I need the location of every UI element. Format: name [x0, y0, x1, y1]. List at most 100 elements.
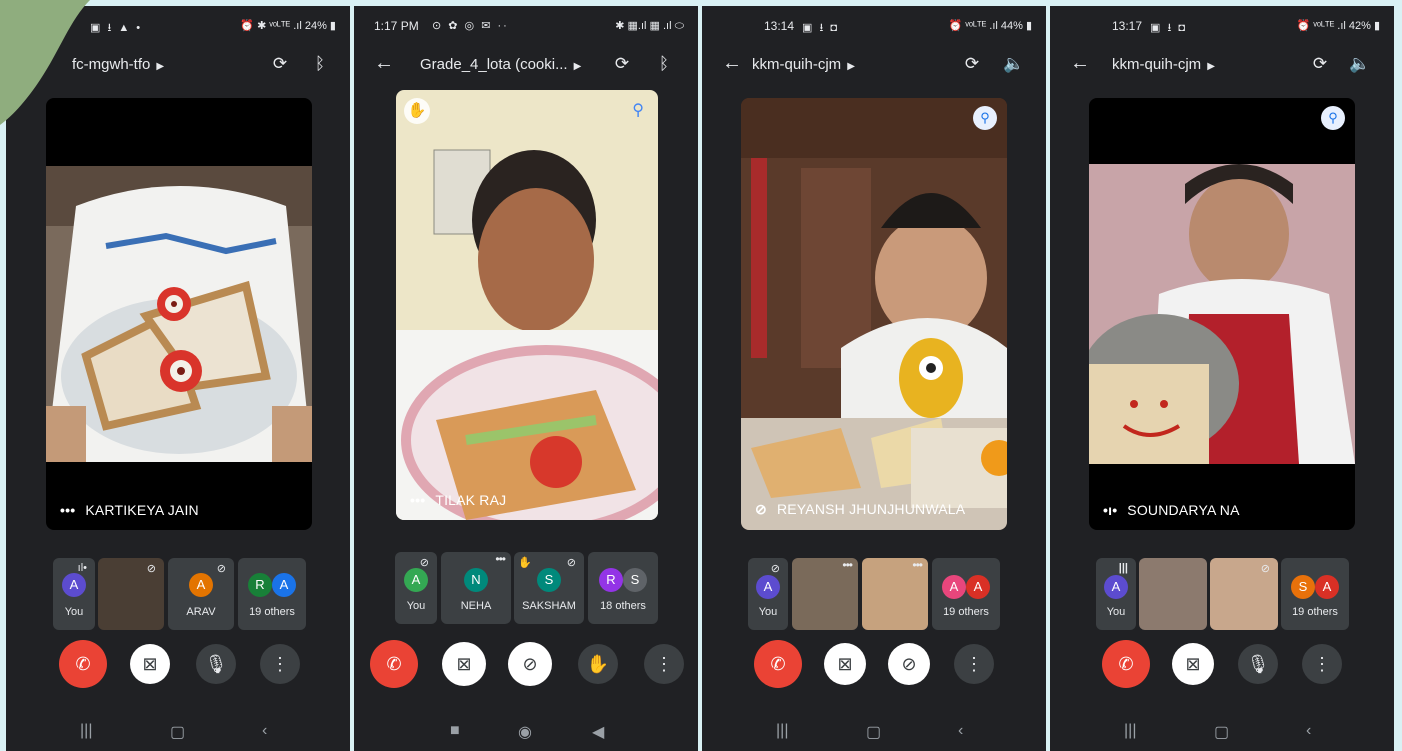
avatar: N — [464, 568, 488, 592]
participant-tile-you[interactable]: A ıl• You — [53, 558, 95, 630]
avatar: A — [1104, 575, 1128, 599]
end-call-button[interactable]: ✆ — [59, 640, 107, 688]
tile-label: SAKSHAM — [522, 600, 576, 612]
participant-tile-video[interactable]: ⊘ — [98, 558, 164, 630]
raised-hand-icon: ✋ — [518, 557, 532, 569]
status-icons: ▣ ⭳ ◘ — [1150, 22, 1187, 34]
home-icon[interactable]: ◉ — [518, 722, 532, 742]
participant-tile-neha[interactable]: N ••• NEHA — [441, 552, 511, 624]
back-arrow-icon[interactable]: ← — [374, 52, 394, 75]
mic-off-icon: ⊘ — [770, 563, 780, 575]
camera-off-button[interactable]: ⊠ — [130, 644, 170, 684]
end-call-button[interactable]: ✆ — [1102, 640, 1150, 688]
speaker-icon[interactable]: 🔈 — [1348, 52, 1372, 76]
participant-tile-you[interactable]: A ||| You — [1096, 558, 1136, 630]
call-controls: ✆ ⊠ 🎙 ⋮ — [1050, 640, 1394, 690]
clock: 1:17 PM — [374, 19, 419, 33]
meeting-header: ← kkm-quih-cjm ▶ ⟳ 🔈 — [1050, 46, 1394, 86]
participant-strip: A ⊘ You ••• ••• A A 19 others — [702, 558, 1046, 630]
back-nav-icon[interactable]: ◀ — [592, 722, 604, 742]
meeting-title[interactable]: kkm-quih-cjm ▶ — [752, 56, 855, 73]
switch-camera-icon[interactable]: ⟳ — [1308, 52, 1332, 76]
meeting-title[interactable]: kkm-quih-cjm ▶ — [1112, 56, 1215, 73]
speaker-icon[interactable]: 🔈 — [1002, 52, 1026, 76]
avatar: A — [966, 575, 990, 599]
main-video: ✋ ⚲ ••• TILAK RAJ — [396, 90, 658, 520]
status-icons: ▣ ⭳ ◘ — [802, 22, 839, 34]
participant-tile-others[interactable]: R S 18 others — [588, 552, 658, 624]
participant-strip: A ⊘ You N ••• NEHA S ✋ ⊘ SAKSHAM R S 18 … — [354, 552, 698, 624]
tile-label: You — [406, 600, 426, 612]
back-nav-icon[interactable]: ‹ — [262, 722, 267, 740]
home-icon[interactable]: ▢ — [1214, 722, 1229, 742]
more-options-button[interactable]: ⋮ — [954, 644, 994, 684]
bluetooth-icon[interactable]: ᛒ — [308, 52, 332, 76]
raise-hand-button[interactable]: ✋ — [578, 644, 618, 684]
more-options-button[interactable]: ⋮ — [1302, 644, 1342, 684]
avatar: A — [1315, 575, 1339, 599]
back-nav-icon[interactable]: ‹ — [1306, 722, 1311, 740]
participant-strip: A ıl• You ⊘ A ⊘ ARAV R A 19 others — [6, 558, 350, 630]
call-controls: ✆ ⊠ 🎙 ⋮ — [6, 640, 350, 690]
tile-label: You — [64, 606, 84, 618]
participant-tile-you[interactable]: A ⊘ You — [395, 552, 437, 624]
end-call-button[interactable]: ✆ — [754, 640, 802, 688]
main-video: ⚲ •ı• SOUNDARYA NA — [1089, 98, 1355, 530]
decorative-leaf — [0, 0, 90, 125]
mic-off-icon: ⊘ — [566, 557, 576, 569]
camera-off-button[interactable]: ⊠ — [442, 642, 486, 686]
end-call-button[interactable]: ✆ — [370, 640, 418, 688]
status-right: ⏰ ᵛᵒᴸᵀᴱ .ıl 44% ▮ — [948, 20, 1032, 32]
pin-icon[interactable]: ⚲ — [632, 100, 644, 120]
home-icon[interactable]: ▢ — [170, 722, 185, 742]
tile-label: You — [758, 606, 778, 618]
pin-icon[interactable]: ⚲ — [973, 106, 997, 130]
avatar: S — [1291, 575, 1315, 599]
phone-screen-4: 13:17 ▣ ⭳ ◘ ⏰ ᵛᵒᴸᵀᴱ .ıl 42% ▮ ← kkm-quih… — [1050, 6, 1394, 751]
participant-tile-saksham[interactable]: S ✋ ⊘ SAKSHAM — [514, 552, 584, 624]
bluetooth-icon[interactable]: ᛒ — [652, 52, 676, 76]
more-dots-icon: ••• — [495, 552, 506, 566]
participant-tile-video[interactable]: ••• — [862, 558, 928, 630]
android-nav-bar: ||| ▢ ‹ — [1050, 716, 1394, 746]
meeting-header: ← kkm-quih-cjm ▶ ⟳ 🔈 — [702, 46, 1046, 86]
participant-tile-video[interactable]: ⊘ — [1210, 558, 1278, 630]
participant-tile-you[interactable]: A ⊘ You — [748, 558, 788, 630]
participant-tile-video[interactable]: ••• — [792, 558, 858, 630]
switch-camera-icon[interactable]: ⟳ — [268, 52, 292, 76]
meeting-title[interactable]: Grade_4_lota (cooki... ▶ — [420, 56, 581, 73]
participant-tile-arav[interactable]: A ⊘ ARAV — [168, 558, 234, 630]
back-arrow-icon[interactable]: ← — [722, 52, 742, 75]
recents-icon[interactable]: ||| — [80, 722, 92, 740]
participant-tile-video[interactable] — [1139, 558, 1207, 630]
avatar: S — [537, 568, 561, 592]
participant-tile-others[interactable]: A A 19 others — [932, 558, 1000, 630]
avatar: A — [189, 573, 213, 597]
back-nav-icon[interactable]: ‹ — [958, 722, 963, 740]
recents-icon[interactable]: ||| — [776, 722, 788, 740]
home-icon[interactable]: ▢ — [866, 722, 881, 742]
mic-button[interactable]: 🎙 — [1238, 644, 1278, 684]
more-options-button[interactable]: ⋮ — [260, 644, 300, 684]
participant-tile-others[interactable]: S A 19 others — [1281, 558, 1349, 630]
mic-off-button[interactable]: ⊘ — [508, 642, 552, 686]
recents-icon[interactable]: ||| — [1124, 722, 1136, 740]
recents-icon[interactable]: ■ — [450, 722, 460, 740]
participant-tile-others[interactable]: R A 19 others — [238, 558, 306, 630]
clock: 13:17 — [1112, 19, 1143, 33]
main-video: ••• KARTIKEYA JAIN — [46, 98, 312, 530]
back-arrow-icon[interactable]: ← — [1070, 52, 1090, 75]
camera-off-button[interactable]: ⊠ — [824, 643, 866, 685]
camera-off-button[interactable]: ⊠ — [1172, 643, 1214, 685]
raised-hand-icon: ✋ — [404, 98, 430, 124]
mic-button[interactable]: 🎙 — [196, 644, 236, 684]
avatar: R — [599, 568, 623, 592]
mic-off-button[interactable]: ⊘ — [888, 643, 930, 685]
more-options-button[interactable]: ⋮ — [644, 644, 684, 684]
pin-icon[interactable]: ⚲ — [1321, 106, 1345, 130]
switch-camera-icon[interactable]: ⟳ — [610, 52, 634, 76]
mic-off-icon: ⊘ — [1260, 563, 1270, 575]
mic-off-icon: ⊘ — [419, 557, 429, 569]
tile-label: 18 others — [600, 600, 646, 612]
switch-camera-icon[interactable]: ⟳ — [960, 52, 984, 76]
